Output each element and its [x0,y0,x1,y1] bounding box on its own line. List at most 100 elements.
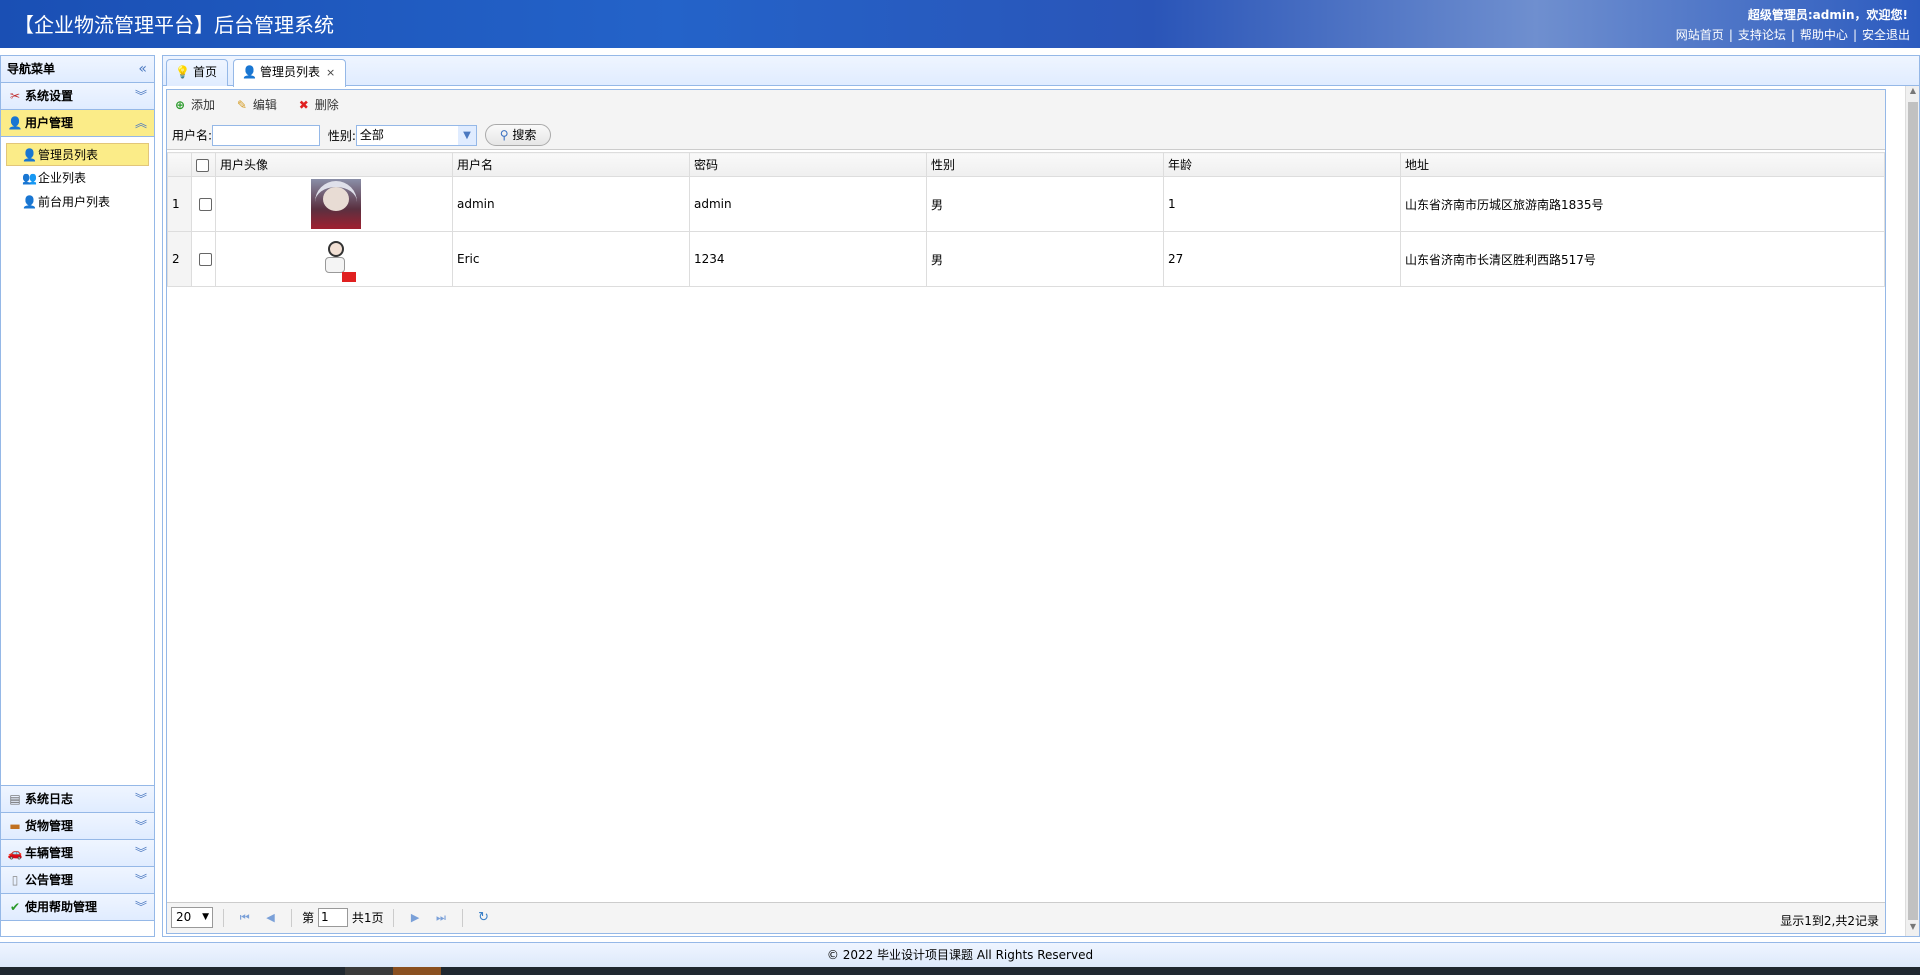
row-checkbox[interactable] [199,198,212,211]
search-button[interactable]: ⚲ 搜索 [484,124,552,146]
address-cell: 山东省济南市历城区旅游南路1835号 [1400,176,1885,232]
column-header-gender[interactable]: 性别 [926,152,1164,177]
row-checkbox[interactable] [199,253,212,266]
forum-link[interactable]: 支持论坛 [1738,28,1786,42]
section-label: 使用帮助管理 [25,900,98,914]
sidebar-section-vehicles[interactable]: 🚗 车辆管理 ︾ [1,840,154,867]
column-header-address[interactable]: 地址 [1400,152,1885,177]
collapse-sidebar-icon[interactable]: « [138,56,147,82]
column-header-username[interactable]: 用户名 [452,152,690,177]
column-header-password[interactable]: 密码 [689,152,927,177]
page-size-value: 20 [176,910,192,924]
sidebar-title-label: 导航菜单 [7,62,56,76]
next-page-icon[interactable]: ▶ [404,911,426,924]
expand-icon[interactable]: ︾ [135,840,147,866]
tab-bar: 💡 首页 👤 管理员列表 × [163,56,1919,87]
avatar-cell [215,231,453,287]
copyright-text: © 2022 毕业设计项目课题 All Rights Reserved [826,948,1094,962]
section-label: 公告管理 [25,873,74,887]
sidebar-section-goods[interactable]: ▬ 货物管理 ︾ [1,813,154,840]
delete-label: 删除 [314,98,339,112]
data-grid: 用户头像 用户名 密码 性别 年龄 地址 1 admin admin 男 1 山… [167,152,1885,287]
username-cell: Eric [452,231,690,287]
row-checkbox-cell [191,231,216,287]
footer: © 2022 毕业设计项目课题 All Rights Reserved [0,942,1920,967]
collapse-icon[interactable]: ︽ [135,110,147,136]
expand-icon[interactable]: ︾ [135,894,147,920]
table-row[interactable]: 2 Eric 1234 男 27 山东省济南市长清区胜利西路517号 [167,231,1885,287]
section-label: 车辆管理 [25,846,74,860]
refresh-icon[interactable]: ↻ [473,910,495,925]
gender-cell: 男 [926,231,1164,287]
add-label: 添加 [191,98,216,112]
check-icon: ✔ [9,900,21,914]
select-all-checkbox[interactable] [196,158,209,172]
home-link[interactable]: 网站首页 [1676,28,1724,42]
age-cell: 1 [1163,176,1401,232]
avatar [311,179,361,229]
search-button-label: 搜索 [512,128,537,142]
row-checkbox-cell [191,176,216,232]
add-button[interactable]: ⊕ 添加 [175,96,215,113]
edit-label: 编辑 [252,98,277,112]
car-icon: 🚗 [7,846,23,860]
gender-select-value: 全部 [359,127,384,142]
logout-link[interactable]: 安全退出 [1862,28,1910,42]
edit-button[interactable]: ✎ 编辑 [237,96,277,113]
box-icon: ▬ [9,819,21,833]
first-page-icon[interactable]: ⏮ [234,911,256,925]
tree-item-label: 管理员列表 [38,148,99,162]
tree-item-admin-list[interactable]: 👤管理员列表 [6,143,149,166]
table-row[interactable]: 1 admin admin 男 1 山东省济南市历城区旅游南路1835号 [167,176,1885,232]
user-icon: 👤 [242,65,257,79]
expand-icon[interactable]: ︾ [135,83,147,109]
section-label: 系统设置 [25,89,74,103]
user-management-tree: 👤管理员列表 👥企业列表 👤前台用户列表 [1,137,154,786]
tab-admin-list[interactable]: 👤 管理员列表 × [233,59,347,87]
tree-item-company-list[interactable]: 👥企业列表 [6,167,149,190]
page-number-input[interactable]: 1 [317,908,348,927]
address-cell: 山东省济南市长清区胜利西路517号 [1400,231,1885,287]
page-prefix: 第 [302,911,315,925]
username-input[interactable] [212,124,321,146]
user-icon: 👤 [22,195,37,209]
tab-content: ⊕ 添加 ✎ 编辑 ✖ 删除 用户名: 性别: 全部 ▼ ⚲ 搜索 用户头像 用户名 [166,89,1886,934]
welcome-text: 超级管理员:admin，欢迎您! [1747,8,1908,22]
add-icon: ⊕ [175,98,186,112]
chevron-down-icon: ▼ [202,912,209,922]
tree-item-frontend-user-list[interactable]: 👤前台用户列表 [6,191,149,214]
sidebar-section-notices[interactable]: ▯ 公告管理 ︾ [1,867,154,894]
sidebar-section-system-settings[interactable]: ✂ 系统设置 ︾ [1,83,154,110]
expand-icon[interactable]: ︾ [135,786,147,812]
page-size-select[interactable]: 20 ▼ [171,907,213,928]
sidebar: 导航菜单 « ✂ 系统设置 ︾ 👤 用户管理 ︽ 👤管理员列表 👥企业列表 👤前台用… [0,55,155,937]
delete-button[interactable]: ✖ 删除 [299,96,339,113]
prev-page-icon[interactable]: ◀ [259,911,281,924]
scroll-up-icon[interactable]: ▲ [1906,86,1920,100]
app-header: 【企业物流管理平台】后台管理系统 超级管理员:admin，欢迎您! 网站首页 | 支… [0,0,1920,48]
help-link[interactable]: 帮助中心 [1800,28,1848,42]
column-header-avatar[interactable]: 用户头像 [215,152,453,177]
vertical-scrollbar[interactable]: ▲ ▼ [1905,86,1919,936]
tree-item-label: 企业列表 [38,171,87,185]
expand-icon[interactable]: ︾ [135,867,147,893]
app-title: 【企业物流管理平台】后台管理系统 [14,13,334,37]
section-label: 系统日志 [25,792,74,806]
column-header-age[interactable]: 年龄 [1163,152,1401,177]
sidebar-section-system-log[interactable]: ▤ 系统日志 ︾ [1,786,154,813]
scroll-down-icon[interactable]: ▼ [1906,922,1920,936]
close-icon[interactable]: × [326,66,335,79]
age-cell: 27 [1163,231,1401,287]
sidebar-section-user-management[interactable]: 👤 用户管理 ︽ [1,110,154,137]
tab-home[interactable]: 💡 首页 [166,59,228,86]
pencil-icon: ✎ [236,98,247,112]
last-page-icon[interactable]: ⏭ [430,911,452,925]
tree-item-label: 前台用户列表 [38,195,111,209]
tab-label: 首页 [192,65,217,79]
scroll-thumb[interactable] [1908,102,1918,920]
gender-select[interactable]: 全部 ▼ [355,124,477,146]
sidebar-section-help[interactable]: ✔ 使用帮助管理 ︾ [1,894,154,921]
expand-icon[interactable]: ︾ [135,813,147,839]
lightbulb-icon: 💡 [175,65,190,79]
user-group-icon: 👥 [22,171,37,185]
